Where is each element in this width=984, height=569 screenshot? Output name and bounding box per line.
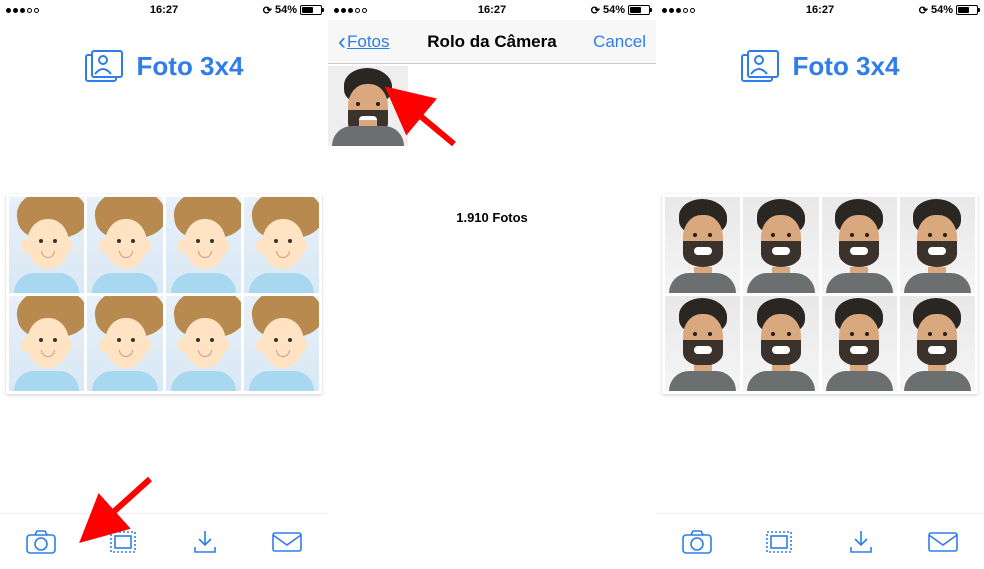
camera-button[interactable] bbox=[23, 524, 59, 560]
photo-cell[interactable] bbox=[9, 296, 84, 392]
photo-cell[interactable] bbox=[166, 296, 241, 392]
phone-left: 16:27 ⟳ 54% Foto 3x4 bbox=[0, 0, 328, 569]
photo-cell[interactable] bbox=[665, 296, 740, 392]
battery-pct: 54% bbox=[275, 4, 297, 16]
gallery-button[interactable] bbox=[761, 524, 797, 560]
bottom-toolbar bbox=[0, 513, 328, 569]
rotation-lock-icon: ⟳ bbox=[919, 4, 928, 17]
photo-cell[interactable] bbox=[9, 197, 84, 293]
app-header: Foto 3x4 bbox=[0, 20, 328, 104]
app-header: Foto 3x4 bbox=[656, 20, 984, 104]
picker-nav-bar: ‹ Fotos Rolo da Câmera Cancel bbox=[328, 20, 656, 64]
status-time: 16:27 bbox=[150, 4, 178, 16]
battery-pct: 54% bbox=[603, 4, 625, 16]
back-label: Fotos bbox=[347, 32, 390, 52]
status-time: 16:27 bbox=[478, 4, 506, 16]
photo-stack-icon bbox=[85, 48, 129, 84]
photo-grid bbox=[662, 194, 978, 394]
photo-cell[interactable] bbox=[743, 197, 818, 293]
camera-button[interactable] bbox=[679, 524, 715, 560]
download-button[interactable] bbox=[843, 524, 879, 560]
battery-icon bbox=[956, 5, 978, 15]
photo-cell[interactable] bbox=[743, 296, 818, 392]
photo-thumb-empty bbox=[410, 66, 490, 146]
cancel-button[interactable]: Cancel bbox=[593, 32, 646, 52]
battery-icon bbox=[628, 5, 650, 15]
phone-middle: 16:27 ⟳ 54% ‹ Fotos Rolo da Câmera Cance… bbox=[328, 0, 656, 569]
photo-cell[interactable] bbox=[166, 197, 241, 293]
rotation-lock-icon: ⟳ bbox=[263, 4, 272, 17]
app-title: Foto 3x4 bbox=[137, 51, 244, 82]
photo-cell[interactable] bbox=[900, 197, 975, 293]
battery-icon bbox=[300, 5, 322, 15]
photo-cell[interactable] bbox=[900, 296, 975, 392]
photo-cell[interactable] bbox=[822, 197, 897, 293]
photo-stack-icon bbox=[741, 48, 785, 84]
download-button[interactable] bbox=[187, 524, 223, 560]
photo-thumb-empty bbox=[574, 66, 654, 146]
mail-button[interactable] bbox=[269, 524, 305, 560]
photo-cell[interactable] bbox=[87, 197, 162, 293]
bottom-toolbar bbox=[656, 513, 984, 569]
photo-cell[interactable] bbox=[244, 197, 319, 293]
battery-pct: 54% bbox=[931, 4, 953, 16]
app-title: Foto 3x4 bbox=[793, 51, 900, 82]
photo-count-label: 1.910 Fotos bbox=[328, 210, 656, 225]
status-bar: 16:27 ⟳ 54% bbox=[656, 0, 984, 20]
photo-cell[interactable] bbox=[822, 296, 897, 392]
photo-thumb-empty bbox=[492, 66, 572, 146]
status-bar: 16:27 ⟳ 54% bbox=[328, 0, 656, 20]
picker-title: Rolo da Câmera bbox=[427, 32, 556, 52]
phone-right: 16:27 ⟳ 54% Foto 3x4 bbox=[656, 0, 984, 569]
photo-cell[interactable] bbox=[244, 296, 319, 392]
photo-thumb[interactable] bbox=[328, 66, 408, 146]
photo-cell[interactable] bbox=[87, 296, 162, 392]
gallery-button[interactable] bbox=[105, 524, 141, 560]
photo-cell[interactable] bbox=[665, 197, 740, 293]
picker-grid bbox=[328, 64, 656, 146]
status-time: 16:27 bbox=[806, 4, 834, 16]
mail-button[interactable] bbox=[925, 524, 961, 560]
rotation-lock-icon: ⟳ bbox=[591, 4, 600, 17]
photo-grid bbox=[6, 194, 322, 394]
status-bar: 16:27 ⟳ 54% bbox=[0, 0, 328, 20]
back-button[interactable]: ‹ Fotos bbox=[338, 30, 390, 54]
chevron-left-icon: ‹ bbox=[338, 30, 346, 54]
